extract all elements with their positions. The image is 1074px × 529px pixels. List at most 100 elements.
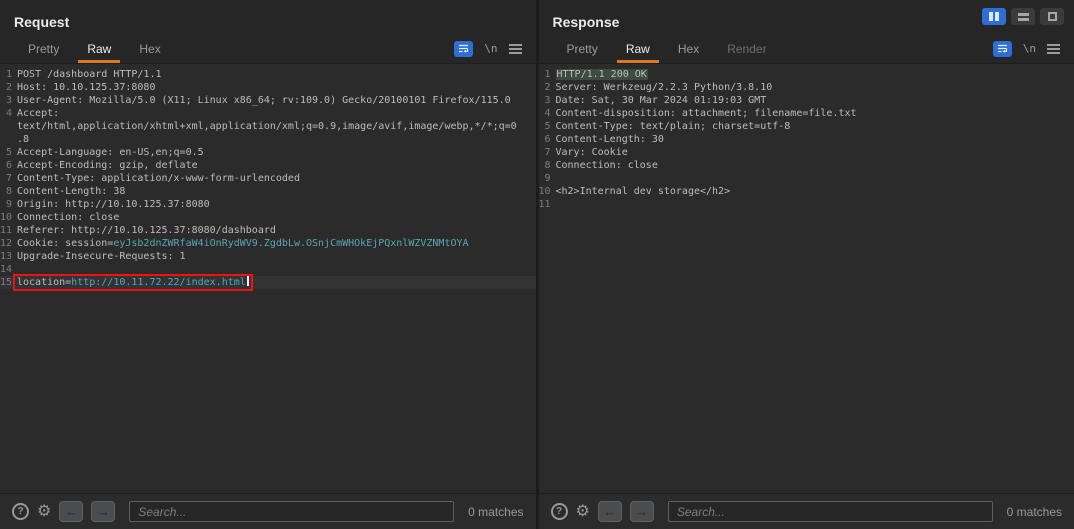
code-line[interactable]: 10<h2>Internal dev storage</h2> bbox=[539, 185, 1074, 198]
menu-icon[interactable] bbox=[1047, 44, 1060, 54]
search-prev-button[interactable]: ← bbox=[59, 501, 83, 522]
search-input[interactable] bbox=[129, 501, 454, 522]
code-text: Vary: Cookie bbox=[556, 146, 628, 159]
single-layout-button[interactable] bbox=[1040, 8, 1064, 25]
code-line[interactable]: .8 bbox=[0, 133, 536, 146]
code-line[interactable]: 11Referer: http://10.10.125.37:8080/dash… bbox=[0, 224, 536, 237]
request-title: Request bbox=[14, 14, 69, 30]
line-number: 2 bbox=[0, 81, 17, 94]
word-wrap-icon[interactable] bbox=[993, 41, 1012, 57]
line-number: 1 bbox=[0, 68, 17, 81]
code-line[interactable]: 7Vary: Cookie bbox=[539, 146, 1074, 159]
code-text: Accept: bbox=[17, 107, 59, 120]
line-number: 11 bbox=[539, 198, 556, 211]
code-line[interactable]: 10Connection: close bbox=[0, 211, 536, 224]
code-line[interactable]: 5Content-Type: text/plain; charset=utf-8 bbox=[539, 120, 1074, 133]
code-line[interactable]: 8Content-Length: 38 bbox=[0, 185, 536, 198]
code-line[interactable]: 9Origin: http://10.10.125.37:8080 bbox=[0, 198, 536, 211]
request-panel: Request PrettyRawHex \n 1POST /dashboard… bbox=[0, 0, 536, 529]
line-number: 1 bbox=[539, 68, 556, 81]
code-line[interactable]: 14 bbox=[0, 263, 536, 276]
line-number: 11 bbox=[0, 224, 17, 237]
search-input[interactable] bbox=[668, 501, 993, 522]
code-line[interactable]: 9 bbox=[539, 172, 1074, 185]
code-line[interactable]: 1POST /dashboard HTTP/1.1 bbox=[0, 68, 536, 81]
line-number: 5 bbox=[539, 120, 556, 133]
code-text: POST /dashboard HTTP/1.1 bbox=[17, 68, 162, 81]
response-panel: Response PrettyRawHexRender \n 1HTTP/1.1… bbox=[539, 0, 1074, 529]
tab-pretty[interactable]: Pretty bbox=[14, 34, 73, 63]
line-number: 3 bbox=[539, 94, 556, 107]
rows-layout-button[interactable] bbox=[1011, 8, 1035, 25]
code-line[interactable]: 1HTTP/1.1 200 OK bbox=[539, 68, 1074, 81]
response-editor[interactable]: 1HTTP/1.1 200 OK2Server: Werkzeug/2.2.3 … bbox=[539, 64, 1074, 493]
code-line[interactable]: 2Server: Werkzeug/2.2.3 Python/3.8.10 bbox=[539, 81, 1074, 94]
match-count: 0 matches bbox=[1007, 505, 1062, 519]
layout-toggle-buttons bbox=[982, 8, 1064, 25]
text-cursor bbox=[247, 276, 249, 286]
request-tab-icons: \n bbox=[454, 34, 521, 63]
single-layout-icon bbox=[1048, 12, 1057, 21]
code-line[interactable]: 3User-Agent: Mozilla/5.0 (X11; Linux x86… bbox=[0, 94, 536, 107]
request-tabs: PrettyRawHex bbox=[14, 34, 175, 63]
line-number: 10 bbox=[0, 211, 17, 224]
code-text: text/html,application/xhtml+xml,applicat… bbox=[17, 120, 517, 133]
help-icon[interactable]: ? bbox=[12, 503, 29, 520]
code-line[interactable]: 5Accept-Language: en-US,en;q=0.5 bbox=[0, 146, 536, 159]
line-number: 4 bbox=[0, 107, 17, 120]
tab-raw[interactable]: Raw bbox=[612, 34, 664, 63]
code-line[interactable]: 7Content-Type: application/x-www-form-ur… bbox=[0, 172, 536, 185]
search-settings-gear-icon[interactable]: ⚙ bbox=[37, 504, 51, 520]
code-text: Connection: close bbox=[17, 211, 119, 224]
line-number: 3 bbox=[0, 94, 17, 107]
request-editor[interactable]: 1POST /dashboard HTTP/1.12Host: 10.10.12… bbox=[0, 64, 536, 493]
search-next-button[interactable]: → bbox=[630, 501, 654, 522]
code-text: Accept-Language: en-US,en;q=0.5 bbox=[17, 146, 204, 159]
word-wrap-icon[interactable] bbox=[454, 41, 473, 57]
code-text: .8 bbox=[17, 133, 29, 146]
tab-pretty[interactable]: Pretty bbox=[553, 34, 612, 63]
code-line[interactable]: 2Host: 10.10.125.37:8080 bbox=[0, 81, 536, 94]
code-text: Origin: http://10.10.125.37:8080 bbox=[17, 198, 210, 211]
code-line[interactable]: 11 bbox=[539, 198, 1074, 211]
search-settings-gear-icon[interactable]: ⚙ bbox=[576, 504, 590, 520]
menu-icon[interactable] bbox=[509, 44, 522, 54]
columns-layout-button[interactable] bbox=[982, 8, 1006, 25]
code-line[interactable]: 4Accept: bbox=[0, 107, 536, 120]
code-text: Host: 10.10.125.37:8080 bbox=[17, 81, 155, 94]
tab-render[interactable]: Render bbox=[713, 34, 780, 63]
code-text: Cookie: session=eyJsb2dnZWRfaW4iOnRydWV9… bbox=[17, 237, 469, 250]
code-line[interactable]: 15location=http://10.11.72.22/index.html bbox=[0, 276, 536, 289]
code-text: Content-Length: 38 bbox=[17, 185, 125, 198]
code-text: Content-Type: text/plain; charset=utf-8 bbox=[556, 120, 791, 133]
code-line[interactable]: 8Connection: close bbox=[539, 159, 1074, 172]
request-tabbar: PrettyRawHex \n bbox=[0, 34, 536, 64]
newline-toggle-icon[interactable]: \n bbox=[1023, 42, 1036, 55]
line-number: 8 bbox=[539, 159, 556, 172]
code-line[interactable]: 13Upgrade-Insecure-Requests: 1 bbox=[0, 250, 536, 263]
code-line[interactable]: text/html,application/xhtml+xml,applicat… bbox=[0, 120, 536, 133]
response-title: Response bbox=[553, 14, 620, 30]
search-prev-button[interactable]: ← bbox=[598, 501, 622, 522]
response-tab-icons: \n bbox=[993, 34, 1060, 63]
columns-layout-icon bbox=[989, 12, 993, 21]
line-number: 9 bbox=[0, 198, 17, 211]
code-line[interactable]: 4Content-disposition: attachment; filena… bbox=[539, 107, 1074, 120]
line-number: 5 bbox=[0, 146, 17, 159]
line-number: 2 bbox=[539, 81, 556, 94]
code-line[interactable]: 6Accept-Encoding: gzip, deflate bbox=[0, 159, 536, 172]
code-line[interactable]: 12Cookie: session=eyJsb2dnZWRfaW4iOnRydW… bbox=[0, 237, 536, 250]
line-number: 9 bbox=[539, 172, 556, 185]
code-text: Content-disposition: attachment; filenam… bbox=[556, 107, 857, 120]
line-number: 8 bbox=[0, 185, 17, 198]
code-text: Server: Werkzeug/2.2.3 Python/3.8.10 bbox=[556, 81, 773, 94]
code-line[interactable]: 6Content-Length: 30 bbox=[539, 133, 1074, 146]
newline-toggle-icon[interactable]: \n bbox=[484, 42, 497, 55]
tab-raw[interactable]: Raw bbox=[73, 34, 125, 63]
search-next-button[interactable]: → bbox=[91, 501, 115, 522]
tab-hex[interactable]: Hex bbox=[664, 34, 713, 63]
help-icon[interactable]: ? bbox=[551, 503, 568, 520]
code-line[interactable]: 3Date: Sat, 30 Mar 2024 01:19:03 GMT bbox=[539, 94, 1074, 107]
tab-hex[interactable]: Hex bbox=[125, 34, 174, 63]
code-text: Content-Length: 30 bbox=[556, 133, 664, 146]
